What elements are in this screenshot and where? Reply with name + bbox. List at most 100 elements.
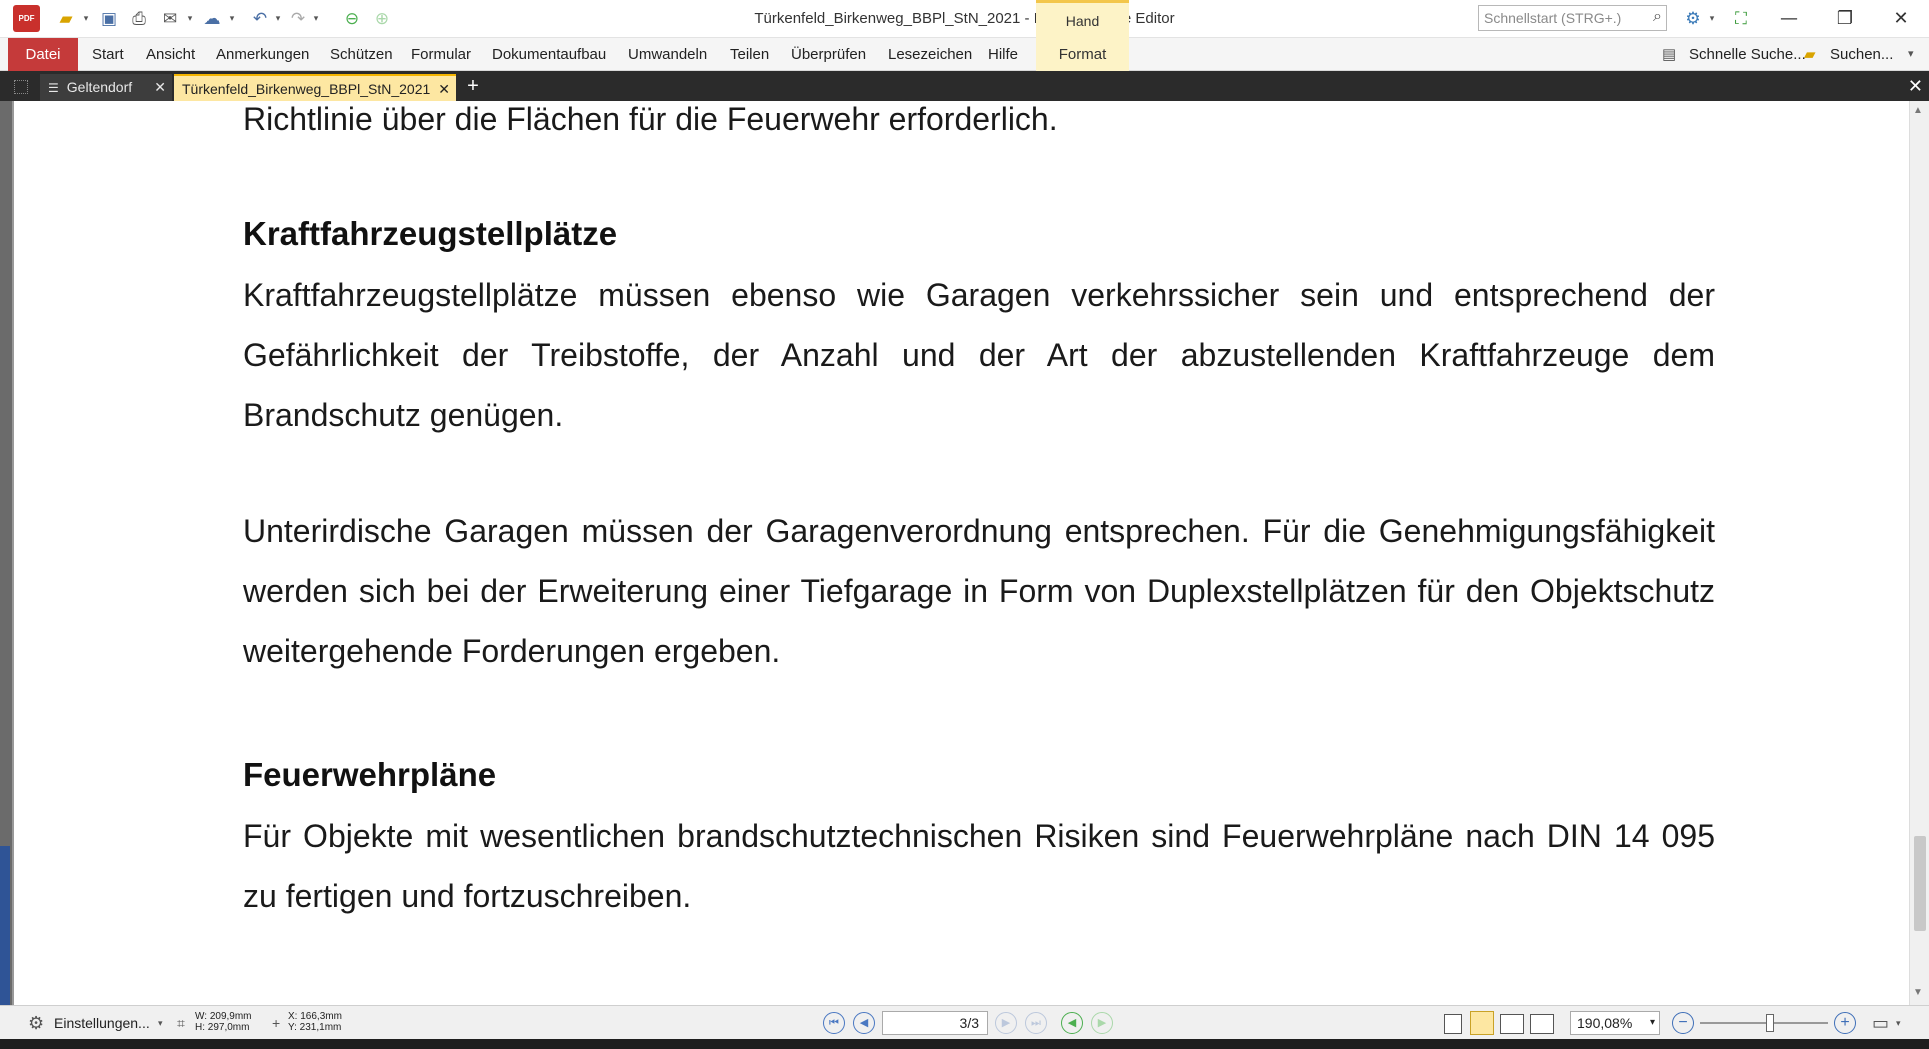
menu-convert[interactable]: Umwandeln (628, 38, 707, 71)
redo-dropdown-icon[interactable]: ▾ (310, 7, 322, 31)
ribbon-collapse-icon[interactable]: ▾ (1908, 38, 1914, 71)
close-window-icon[interactable]: ✕ (1878, 4, 1924, 34)
quicklaunch-placeholder: Schnellstart (STRG+.) (1484, 10, 1622, 26)
quick-search-button[interactable]: Schnelle Suche... (1689, 38, 1806, 71)
menu-file[interactable]: Datei (8, 38, 78, 71)
add-tab-icon[interactable]: + (462, 74, 484, 100)
tab-geltendorf-label: Geltendorf (66, 79, 133, 95)
next-page-icon[interactable]: ▶ (995, 1012, 1017, 1034)
zoom-slider-knob[interactable] (1766, 1014, 1774, 1032)
menu-start[interactable]: Start (92, 38, 124, 71)
menu-protect[interactable]: Schützen (330, 38, 393, 71)
previous-page-icon[interactable]: ◀ (853, 1012, 875, 1034)
close-all-icon[interactable]: ✕ (1908, 75, 1923, 97)
page-dimensions: W: 209,9mm H: 297,0mm (195, 1011, 252, 1033)
settings-dropdown-icon[interactable]: ▾ (1706, 7, 1718, 31)
first-page-icon[interactable]: ⏮ (823, 1012, 845, 1034)
menu-review[interactable]: Überprüfen (791, 38, 866, 71)
tab-tuerkenfeld[interactable]: Türkenfeld_Birkenweg_BBPl_StN_2021 ✕ (174, 74, 456, 101)
paragraph-stellplaetze: Kraftfahrzeugstellplätze müssen ebenso w… (243, 277, 1715, 433)
page-edge (12, 101, 14, 1005)
facing-pages-icon[interactable] (1500, 1014, 1524, 1034)
undo-icon[interactable]: ↶ (248, 7, 272, 31)
menu-share[interactable]: Teilen (730, 38, 769, 71)
undo-dropdown-icon[interactable]: ▾ (272, 7, 284, 31)
document-icon: ☰ (48, 81, 59, 95)
back-view-icon[interactable]: ⊖ (340, 7, 364, 31)
previous-view-icon[interactable]: ◀ (1061, 1012, 1083, 1034)
last-page-icon[interactable]: ⏭ (1025, 1012, 1047, 1034)
continuous-page-icon[interactable] (1470, 1011, 1494, 1035)
settings-icon[interactable]: ⚙ (1680, 7, 1706, 31)
menu-organize[interactable]: Dokumentaufbau (492, 38, 606, 71)
zoom-out-icon[interactable]: − (1672, 1012, 1694, 1034)
email-icon[interactable]: ✉ (156, 7, 184, 31)
full-screen-icon[interactable]: ▭ (1872, 1006, 1889, 1040)
open-folder-icon[interactable]: ▰ (52, 7, 80, 31)
gear-icon[interactable]: ⚙ (28, 1006, 44, 1040)
cursor-y: Y: 231,1mm (288, 1022, 342, 1033)
fullscreen-icon[interactable]: ⛶ (1728, 7, 1754, 31)
menu-help[interactable]: Hilfe (988, 38, 1018, 71)
zoom-dropdown-icon[interactable]: ▾ (1650, 1012, 1655, 1034)
side-accent (0, 846, 10, 1005)
settings-dropdown-icon[interactable]: ▾ (158, 1006, 163, 1040)
scroll-down-icon[interactable]: ▼ (1913, 987, 1923, 998)
save-icon[interactable]: ▣ (96, 7, 122, 31)
cursor-coordinates: X: 166,3mm Y: 231,1mm (288, 1011, 342, 1033)
settings-button[interactable]: Einstellungen... (54, 1006, 150, 1040)
page-width: W: 209,9mm (195, 1011, 252, 1022)
close-tab-icon[interactable]: ✕ (438, 76, 450, 102)
page-height: H: 297,0mm (195, 1022, 250, 1033)
email-dropdown-icon[interactable]: ▾ (184, 7, 196, 31)
app-logo-icon[interactable]: PDF (13, 5, 40, 32)
menu-bookmarks[interactable]: Lesezeichen (888, 38, 972, 71)
scroll-thumb[interactable] (1914, 836, 1926, 931)
top-fragment-text: Richtlinie über die Flächen für die Feue… (243, 101, 1058, 137)
vertical-scrollbar[interactable]: ▲ ▼ (1909, 101, 1929, 1005)
zoom-in-icon[interactable]: + (1834, 1012, 1856, 1034)
minimize-icon[interactable]: — (1766, 4, 1812, 34)
title-bar: PDF ▰ ▾ ▣ ⎙ ✉ ▾ ☁ ▾ ↶ ▾ ↷ ▾ ⊖ ⊕ Türkenfe… (0, 0, 1929, 38)
search-icon[interactable]: ⌕ (1653, 8, 1662, 26)
pdf-xchange-window: PDF ▰ ▾ ▣ ⎙ ✉ ▾ ☁ ▾ ↶ ▾ ↷ ▾ ⊖ ⊕ Türkenfe… (0, 0, 1929, 1049)
next-view-icon[interactable]: ▶ (1091, 1012, 1113, 1034)
print-icon[interactable]: ⎙ (126, 7, 152, 31)
heading-feuerwehrplaene: Feuerwehrpläne (243, 756, 497, 793)
paragraph-garagen: Unterirdische Garagen müssen der Garagen… (243, 513, 1715, 669)
menu-form[interactable]: Formular (411, 38, 471, 71)
page-number-input[interactable]: 3/3 (882, 1011, 988, 1035)
page-size-icon: ⌗ (177, 1015, 185, 1031)
menu-view[interactable]: Ansicht (146, 38, 195, 71)
quick-search-icon: ▤ (1662, 46, 1677, 63)
forward-view-icon[interactable]: ⊕ (370, 7, 394, 31)
open-dropdown-icon[interactable]: ▾ (80, 7, 92, 31)
scroll-up-icon[interactable]: ▲ (1913, 105, 1923, 116)
menu-comments[interactable]: Anmerkungen (216, 38, 309, 71)
document-page[interactable]: Richtlinie über die Flächen für die Feue… (12, 101, 1909, 1005)
search-folder-icon: ▰ (1804, 46, 1816, 63)
close-tab-icon[interactable]: ✕ (154, 74, 166, 100)
zoom-select[interactable]: 190,08% ▾ (1570, 1011, 1660, 1035)
search-button[interactable]: Suchen... (1830, 38, 1893, 71)
restore-icon[interactable]: ❐ (1822, 4, 1868, 34)
document-tab-bar: ☰ Geltendorf ✕ Türkenfeld_Birkenweg_BBPl_… (0, 71, 1929, 101)
tab-geltendorf[interactable]: ☰ Geltendorf ✕ (40, 74, 172, 101)
cloud-dropdown-icon[interactable]: ▾ (226, 7, 238, 31)
zoom-slider-track[interactable] (1700, 1022, 1828, 1024)
redo-icon[interactable]: ↷ (286, 7, 310, 31)
single-page-icon[interactable] (1444, 1014, 1462, 1034)
grip-icon[interactable] (14, 80, 28, 94)
taskbar-edge (0, 1039, 1929, 1049)
cloud-icon[interactable]: ☁ (198, 7, 226, 31)
zoom-value: 190,08% (1577, 1015, 1633, 1031)
view-dropdown-icon[interactable]: ▾ (1896, 1006, 1901, 1040)
context-tab-hand[interactable]: Hand (1036, 0, 1129, 38)
left-panel-strip (0, 101, 12, 1005)
continuous-facing-icon[interactable] (1530, 1014, 1554, 1034)
cursor-x: X: 166,3mm (288, 1011, 342, 1022)
menu-bar: Datei Start Ansicht Anmerkungen Schützen… (0, 38, 1929, 71)
quicklaunch-input[interactable]: Schnellstart (STRG+.) ⌕ (1478, 5, 1667, 31)
tab-tuerkenfeld-label: Türkenfeld_Birkenweg_BBPl_StN_2021 (182, 81, 431, 97)
menu-format[interactable]: Format (1036, 38, 1129, 71)
